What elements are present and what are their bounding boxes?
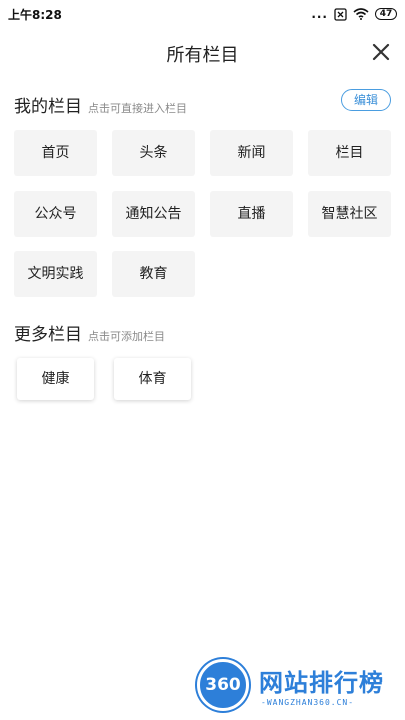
status-bar: 上午8:28 ... 47 bbox=[0, 0, 405, 28]
more-channels-title: 更多栏目 bbox=[14, 325, 82, 345]
watermark-name: 网站排行榜 bbox=[259, 669, 384, 697]
edit-button[interactable]: 编辑 bbox=[341, 89, 391, 111]
channel-chip[interactable]: 文明实践 bbox=[14, 251, 97, 297]
channel-chip[interactable]: 首页 bbox=[14, 130, 97, 176]
channel-chip[interactable]: 新闻 bbox=[210, 130, 293, 176]
wifi-icon bbox=[353, 8, 369, 20]
sim-icon bbox=[334, 7, 347, 21]
channel-chip[interactable]: 头条 bbox=[112, 130, 195, 176]
channel-chip[interactable]: 公众号 bbox=[14, 191, 97, 237]
channel-manager-screen: 上午8:28 ... 47 所有栏目 我的栏目 点击可直接进入栏目 编辑 首页 bbox=[0, 0, 405, 720]
add-channel-chip[interactable]: 健康 bbox=[17, 358, 94, 400]
watermark-logo: 360 bbox=[197, 659, 249, 711]
more-dots: ... bbox=[311, 7, 328, 21]
status-time: 上午8:28 bbox=[8, 8, 62, 22]
battery-icon: 47 bbox=[375, 8, 397, 20]
more-channels-hint: 点击可添加栏目 bbox=[88, 330, 165, 343]
title-bar: 所有栏目 bbox=[0, 28, 405, 76]
channel-chip[interactable]: 通知公告 bbox=[112, 191, 195, 237]
channel-chip[interactable]: 教育 bbox=[112, 251, 195, 297]
channel-chip[interactable]: 栏目 bbox=[308, 130, 391, 176]
watermark: 360 网站排行榜 -WANGZHAN360.CN- bbox=[193, 657, 399, 717]
my-channels-hint: 点击可直接进入栏目 bbox=[88, 102, 187, 115]
watermark-domain: -WANGZHAN360.CN- bbox=[261, 698, 355, 707]
channel-chip[interactable]: 智慧社区 bbox=[308, 191, 391, 237]
channel-chip[interactable]: 直播 bbox=[210, 191, 293, 237]
my-channels-header: 我的栏目 点击可直接进入栏目 bbox=[14, 92, 187, 117]
my-channels-title: 我的栏目 bbox=[14, 97, 82, 117]
add-channel-chip[interactable]: 体育 bbox=[114, 358, 191, 400]
page-title: 所有栏目 bbox=[166, 45, 239, 66]
close-icon[interactable] bbox=[369, 40, 393, 64]
more-channels-header: 更多栏目 点击可添加栏目 bbox=[14, 320, 165, 345]
status-icons: ... 47 bbox=[311, 6, 397, 22]
